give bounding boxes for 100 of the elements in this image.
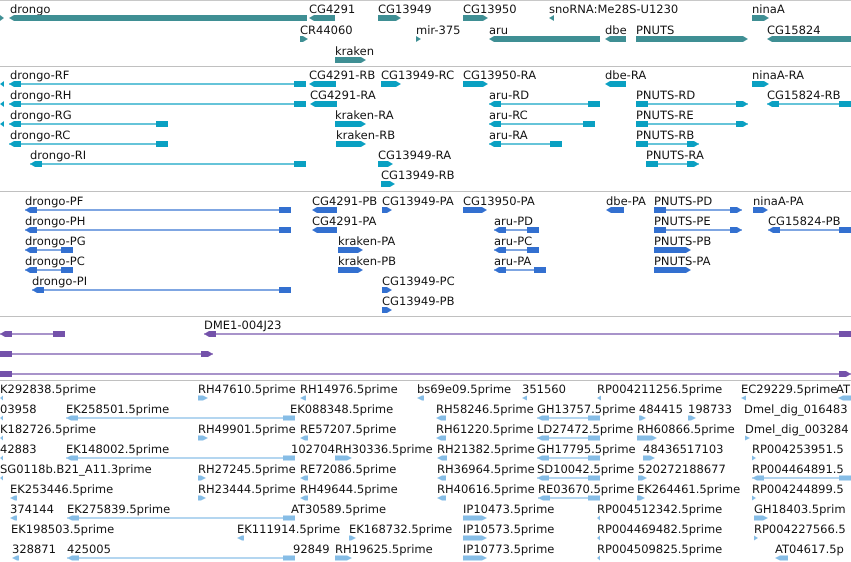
feature-label: IP10573.5prime xyxy=(463,522,554,536)
feature-label: RP004253951.5 xyxy=(752,442,844,456)
feature-label: mir-375 xyxy=(416,23,460,37)
feature-label: PNUTS-PB xyxy=(654,234,712,248)
feature-label: PNUTS-RA xyxy=(646,148,704,162)
feature-label: CG13950-RA xyxy=(463,68,536,82)
feature-label: drongo-PG xyxy=(25,234,86,248)
feature-label: drongo-RC xyxy=(10,128,70,142)
feature-label: drongo-PH xyxy=(25,214,86,228)
feature-label: PNUTS-RE xyxy=(636,108,694,122)
feature-label: PNUTS-PE xyxy=(654,214,711,228)
feature-label: RH47610.5prime xyxy=(198,382,296,396)
feature-label: PNUTS-RB xyxy=(636,128,694,142)
feature-label: CG15824-RB xyxy=(767,88,841,102)
feature-label: LD27472.5prime xyxy=(537,422,634,436)
feature-label: CG13950 xyxy=(463,2,517,16)
feature-label: drongo xyxy=(10,2,50,16)
feature-label: ninaA xyxy=(752,2,785,16)
feature-label: ninaA-RA xyxy=(752,68,804,82)
feature-label: drongo-RF xyxy=(10,68,70,82)
feature-label: SG0118b.B21_A11.3prime xyxy=(0,462,152,476)
feature-label: RH60866.5prime xyxy=(637,422,735,436)
feature-label: RE57207.5prime xyxy=(300,422,396,436)
feature-label: drongo-PF xyxy=(25,194,84,208)
feature-label: RE72086.5prime xyxy=(300,462,396,476)
feature-label: Dmel_dig_003284 xyxy=(745,422,849,436)
feature-label: EK088348.5prime xyxy=(290,402,394,416)
feature-label: drongo-PI xyxy=(32,274,88,288)
feature-label: RP004464891.5 xyxy=(752,462,844,476)
feature-label: drongo-RG xyxy=(10,108,72,122)
feature-label: RP004509825.5prime xyxy=(597,542,722,556)
feature-label: EK264461.5prime xyxy=(637,482,740,496)
feature-label: 03958 xyxy=(0,402,37,416)
feature-label: CG15824 xyxy=(767,23,821,37)
feature-label: CR44060 xyxy=(300,23,353,37)
feature-label: RH14976.5prime xyxy=(300,382,398,396)
feature-label: EC29229.5prime xyxy=(741,382,838,396)
feature-label: dbe-RA xyxy=(605,68,646,82)
feature-label: CG4291-PB xyxy=(312,194,378,208)
feature-label: drongo-RH xyxy=(10,88,72,102)
feature-label: EK253446.5prime xyxy=(10,482,114,496)
feature-label: 520272188677 xyxy=(638,462,726,476)
feature-label: PNUTS-RD xyxy=(636,88,696,102)
feature-label: RP004227566.5 xyxy=(754,522,846,536)
feature-label: kraken xyxy=(335,44,374,58)
feature-label: EK198503.5prime xyxy=(11,522,114,536)
feature-label: kraken-PB xyxy=(338,254,396,268)
feature-label: Dmel_dig_016483 xyxy=(744,402,848,416)
feature-label: drongo-RI xyxy=(30,148,86,162)
feature-label: dbe xyxy=(605,23,627,37)
feature-label: EK148002.5prime xyxy=(66,442,170,456)
feature-label: aru-PD xyxy=(494,214,534,228)
feature-label: snoRNA:Me28S-U1230 xyxy=(549,2,678,16)
feature-label: GH18403.5prim xyxy=(754,502,846,516)
feature-label: 92849 xyxy=(293,542,330,556)
feature-label: RP004512342.5prime xyxy=(597,502,722,516)
feature-label: 198733 xyxy=(688,402,732,416)
feature-label: K182726.5prime xyxy=(0,422,96,436)
feature-label: AT30589.5prime xyxy=(291,502,386,516)
feature-label: RH27245.5prime xyxy=(198,462,296,476)
feature-label: CG13949-RA xyxy=(378,148,452,162)
feature-label: RH23444.5prime xyxy=(198,482,296,496)
feature-label: 484415 xyxy=(639,402,683,416)
feature-label: dbe-PA xyxy=(606,194,646,208)
feature-label: PNUTS-PD xyxy=(654,194,712,208)
feature-label: CG4291-PA xyxy=(312,214,376,228)
feature-label: aru-PC xyxy=(494,234,532,248)
feature-label: RH40616.5prime xyxy=(437,482,535,496)
feature-label: CG13950-PA xyxy=(463,194,535,208)
feature-label: RH49644.5prime xyxy=(300,482,398,496)
feature-label: PNUTS-PA xyxy=(654,254,710,268)
feature-label: IP10773.5prime xyxy=(463,542,554,556)
feature-label: CG4291 xyxy=(309,2,356,16)
feature-label: RP004211256.5prime xyxy=(597,382,722,396)
feature-label: RH30336.5prime xyxy=(335,442,433,456)
feature-label: CG4291-RA xyxy=(310,88,376,102)
feature-label: AT xyxy=(836,382,850,396)
feature-label: RH36964.5prime xyxy=(437,462,535,476)
feature-label: SD10042.5prime xyxy=(537,462,634,476)
feature-label: RH61220.5prime xyxy=(436,422,534,436)
feature-label: kraken-PA xyxy=(338,234,396,248)
feature-label: bs69e09.5prime xyxy=(417,382,512,396)
feature-label: RH49901.5prime xyxy=(198,422,296,436)
feature-label: CG13949-PC xyxy=(382,274,455,288)
feature-label: aru-RD xyxy=(489,88,530,102)
feature-label: CG13949-RB xyxy=(381,168,455,182)
feature-label: aru-RC xyxy=(489,108,528,122)
feature-label: 425005 xyxy=(67,542,111,556)
feature-label: CG13949-RC xyxy=(381,68,454,82)
feature-label: CG13949-PB xyxy=(382,294,454,308)
feature-label: aru xyxy=(489,23,508,37)
feature-label: 48436517103 xyxy=(643,442,724,456)
feature-label: GH17795.5prime xyxy=(537,442,636,456)
feature-label: 374144 xyxy=(10,502,54,516)
feature-label: aru-RA xyxy=(489,128,528,142)
feature-label: RH58246.5prime xyxy=(436,402,534,416)
feature-label: CG15824-PB xyxy=(768,214,840,228)
feature-label: GH13757.5prime xyxy=(537,402,636,416)
feature-label: 42883 xyxy=(0,442,37,456)
feature-label: CG13949-PA xyxy=(382,194,454,208)
